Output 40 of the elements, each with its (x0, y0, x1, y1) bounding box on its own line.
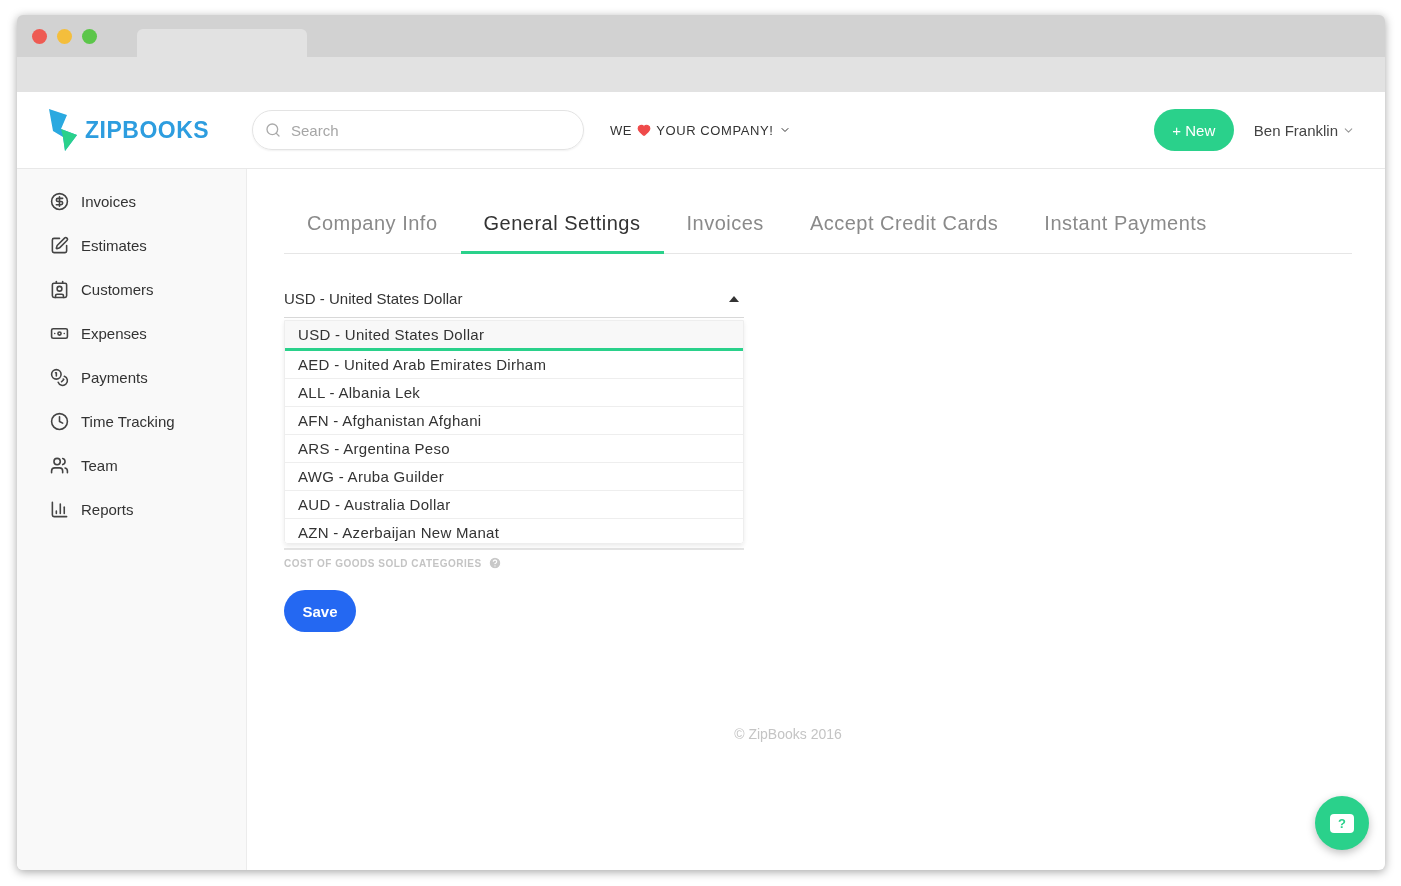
maximize-icon[interactable] (82, 28, 97, 44)
clock-icon (50, 411, 69, 431)
promo-text: WE (610, 122, 633, 138)
edit-icon (50, 235, 69, 255)
coins-icon (50, 367, 69, 387)
logo-icon (49, 109, 79, 151)
save-button[interactable]: Save (284, 590, 356, 632)
dollar-icon (50, 191, 69, 211)
dropdown-option[interactable]: ARS - Argentina Peso (285, 435, 743, 463)
promo-text[interactable]: YOUR COMPANY! (656, 122, 774, 138)
copyright-text: © ZipBooks 2016 (734, 726, 842, 742)
dropdown-option[interactable]: ALL - Albania Lek (285, 379, 743, 407)
currency-select[interactable]: USD - United States Dollar (284, 290, 744, 318)
sidebar-item[interactable]: Expenses (17, 311, 246, 355)
dropdown-option[interactable]: AFN - Afghanistan Afghani (285, 407, 743, 435)
search-icon (265, 122, 281, 138)
sidebar-item[interactable]: Payments (17, 355, 246, 399)
contact-card-icon (50, 279, 69, 299)
sidebar-item[interactable]: Customers (17, 267, 246, 311)
sidebar-item[interactable]: Invoices (17, 179, 246, 223)
dropdown-option[interactable]: USD - United States Dollar (285, 321, 743, 351)
bar-chart-icon (50, 499, 69, 519)
close-icon[interactable] (32, 28, 47, 44)
logo-text: ZIPBOOKS (85, 116, 210, 144)
section-label: COST OF GOODS SOLD CATEGORIES (284, 557, 482, 569)
tab[interactable]: General Settings (460, 212, 664, 254)
dropdown-option[interactable]: AED - United Arab Emirates Dirham (285, 351, 743, 379)
sidebar-item[interactable]: Time Tracking (17, 399, 246, 443)
sidebar-item[interactable]: Reports (17, 487, 246, 531)
heart-icon (637, 123, 652, 137)
minimize-icon[interactable] (57, 28, 72, 44)
sidebar-item[interactable]: Team (17, 443, 246, 487)
people-icon (50, 455, 69, 475)
dropdown-option[interactable]: AWG - Aruba Guilder (285, 463, 743, 491)
dropdown-option[interactable]: AZN - Azerbaijan New Manat (285, 519, 743, 543)
user-menu[interactable]: Ben Franklin (1247, 120, 1361, 140)
dropdown-option[interactable]: AUD - Australia Dollar (285, 491, 743, 519)
tab[interactable]: Company Info (284, 212, 461, 254)
help-icon[interactable] (487, 556, 502, 570)
sidebar-item[interactable]: Estimates (17, 223, 246, 267)
